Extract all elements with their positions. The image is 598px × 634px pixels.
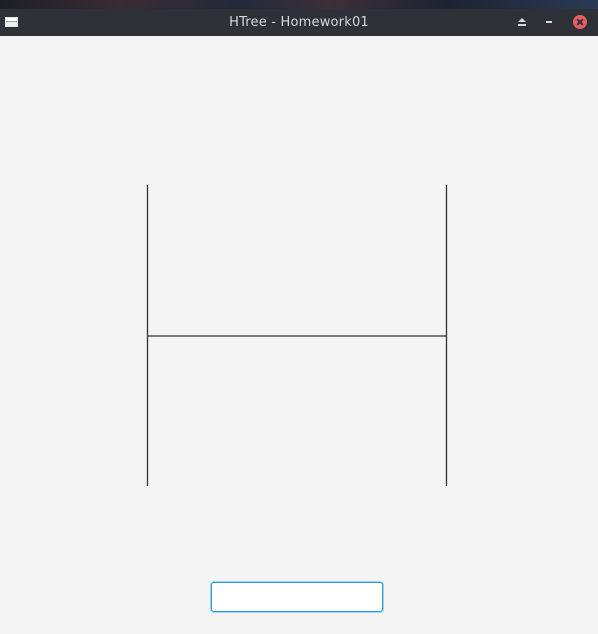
minimize-button[interactable] (541, 14, 557, 30)
shade-button[interactable] (514, 14, 530, 30)
drawing-canvas (0, 36, 598, 634)
desktop-background (0, 0, 598, 9)
minimize-icon (546, 21, 552, 23)
close-button[interactable] (572, 14, 588, 30)
app-window: HTree - Homework01 (0, 9, 598, 634)
order-input[interactable] (211, 582, 383, 612)
window-title: HTree - Homework01 (229, 15, 369, 30)
eject-icon (518, 18, 526, 26)
htree-drawing (146, 185, 448, 486)
close-icon (573, 15, 587, 29)
title-bar[interactable]: HTree - Homework01 (0, 9, 598, 36)
